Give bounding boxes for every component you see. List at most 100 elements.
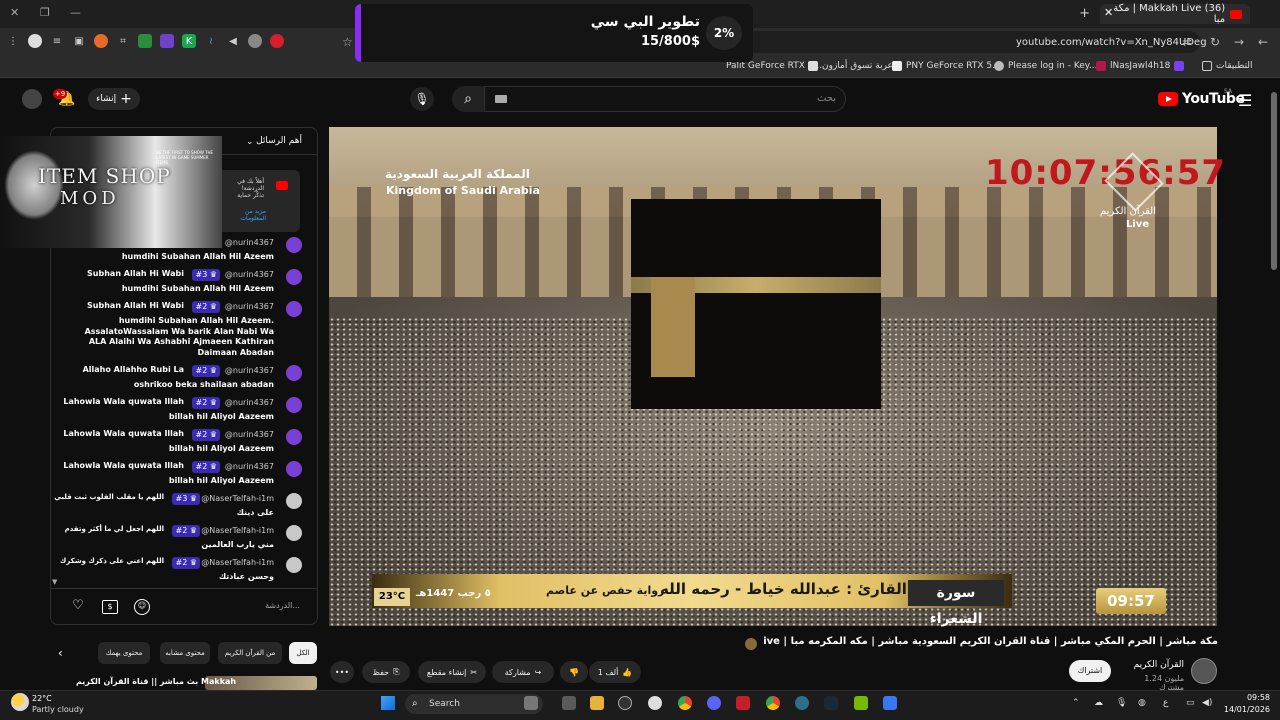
chat-message[interactable]: @nurin4367 #3 ♛ Subhan Allah Hi Wabi hum… — [60, 269, 310, 293]
clock-date[interactable]: 14/01/2026 — [1218, 705, 1270, 714]
bookmark-item[interactable]: التطبيقات — [1202, 61, 1253, 71]
save-button[interactable]: حفظ ⎘ — [362, 661, 410, 683]
emoji-icon[interactable]: ☺ — [134, 599, 150, 615]
browser-tab[interactable]: (36) ‏Makkah Live | مكة مبا — [1100, 3, 1250, 25]
puzzle-icon[interactable]: ▣ — [72, 34, 86, 48]
chevron-left-icon[interactable]: ‹ — [58, 646, 63, 660]
extension-purple-icon[interactable] — [160, 34, 174, 48]
voice-search-button[interactable]: 🎙 — [410, 87, 434, 111]
reload-icon[interactable]: ↻ — [1210, 35, 1220, 49]
monitor-icon[interactable]: ▭ — [1186, 698, 1195, 708]
chat-message[interactable]: @nurin4367 #2 ♛ Lahowla Wala quwata Illa… — [60, 461, 310, 485]
nvidia-icon[interactable] — [854, 696, 868, 710]
extension-gray-icon[interactable] — [248, 34, 262, 48]
chevron-down-icon[interactable]: ⌄ — [246, 137, 254, 147]
video-player[interactable] — [329, 127, 1217, 626]
channel-name[interactable]: القرآن الكريم — [1128, 660, 1184, 670]
blue-app-icon[interactable] — [883, 696, 897, 710]
extension-orange-icon[interactable] — [94, 34, 108, 48]
bookmark-item[interactable]: Please log in - Key... — [994, 61, 1097, 71]
create-button[interactable]: إنشاء + — [88, 88, 140, 110]
chat-message[interactable]: @nurin4367 humdihi Subahan Allah Hil Aze… — [60, 237, 310, 261]
back-icon[interactable]: ← — [1258, 35, 1268, 49]
url-text: youtube.com/watch?v=Xn_Ny84UDeg — [1016, 37, 1207, 48]
bookmark-item[interactable]: عربة تسوق أمازون — [808, 61, 893, 71]
chrome-profile-icon[interactable] — [766, 696, 780, 710]
cloud-icon[interactable]: ☁ — [1094, 698, 1103, 708]
hamburger-menu-icon[interactable]: ☰ — [1238, 91, 1252, 110]
maximize-window-icon[interactable]: ❐ — [40, 6, 50, 19]
keyboard-icon[interactable] — [495, 95, 507, 103]
chip-similar[interactable]: محتوى مشابه — [160, 642, 210, 664]
chat-text: billah hil Aliyol Aazeem — [168, 476, 274, 485]
chip-for-you[interactable]: محتوى يهمك — [98, 642, 150, 664]
extension-grid-icon[interactable]: ⌗ — [116, 34, 130, 48]
related-video-title[interactable]: بث مباشر || قناة القرآن الكريم Makkah — [76, 677, 236, 686]
widgets-icon[interactable] — [524, 696, 538, 710]
youtube-play-icon — [1158, 92, 1178, 106]
speaker-icon[interactable]: ◀ — [226, 34, 240, 48]
close-window-icon[interactable]: ✕ — [10, 6, 19, 19]
chat-message[interactable]: @NaserTelfah-i1m #2 ♛ اللهم اجعل لي ما أ… — [60, 525, 310, 551]
extension-icon[interactable]: ≡ — [50, 34, 64, 48]
chrome-icon[interactable] — [678, 696, 692, 710]
file-explorer-icon[interactable] — [590, 696, 604, 710]
create-label: إنشاء — [96, 94, 117, 104]
task-view-icon[interactable] — [562, 696, 576, 710]
red-app-icon[interactable] — [736, 696, 750, 710]
profile-icon[interactable] — [28, 34, 42, 48]
clock-time[interactable]: 09:58 — [1230, 693, 1270, 702]
share-button[interactable]: مشاركة ↪ — [492, 661, 554, 683]
heart-icon[interactable]: ♡ — [69, 598, 87, 616]
discord-icon[interactable] — [707, 696, 721, 710]
dislike-button[interactable]: 👎 — [560, 661, 588, 683]
tray-expand-icon[interactable]: ⌃ — [1072, 698, 1080, 708]
microphone-tray-icon[interactable]: 🎙 — [1116, 698, 1127, 708]
weather-icon[interactable] — [11, 693, 29, 711]
like-button[interactable]: 1 ألف 👍 — [589, 661, 641, 683]
menu-dots-icon[interactable]: ⋮ — [6, 34, 20, 48]
chip-from-channel[interactable]: من القرآن الكريم — [218, 642, 282, 664]
new-tab-icon[interactable]: + — [1079, 6, 1090, 21]
chat-learn-more-link[interactable]: مزيد من المعلومات — [226, 208, 266, 222]
globe-icon[interactable]: ◍ — [1138, 698, 1146, 708]
extension-audio-icon[interactable]: ≀ — [204, 34, 218, 48]
chat-message[interactable]: @nurin4367 #2 ♛ Allaho Allahho Rubi La o… — [60, 365, 310, 389]
forward-icon[interactable]: → — [1234, 35, 1244, 49]
chip-all[interactable]: الكل — [289, 642, 317, 664]
bookmark-star-icon[interactable]: ☆ — [342, 35, 353, 49]
channel-avatar[interactable] — [1191, 658, 1217, 684]
scrollbar-thumb[interactable] — [1271, 92, 1277, 270]
chat-message[interactable]: @NaserTelfah-i1m #2 ♛ اللهم اعني على ذكر… — [60, 557, 310, 583]
chat-message[interactable]: @nurin4367 #2 ♛ Subhan Allah Hi Wabi hum… — [60, 301, 310, 359]
extension-red-icon[interactable] — [270, 34, 284, 48]
github-icon[interactable] — [618, 696, 632, 710]
more-actions-button[interactable]: ••• — [330, 661, 354, 683]
clip-button[interactable]: إنشاء مقطع ✂ — [418, 661, 486, 683]
chat-message[interactable]: @NaserTelfah-i1m #3 ♛ اللهم يا مقلب القل… — [54, 493, 310, 519]
chat-message[interactable]: @nurin4367 #2 ♛ Lahowla Wala quwata Illa… — [60, 429, 310, 453]
app-icon[interactable] — [795, 696, 809, 710]
chat-input[interactable]: الدردشة... — [260, 601, 300, 610]
super-chat-icon[interactable]: $ — [102, 600, 118, 614]
tab-close-icon[interactable]: ✕ — [1104, 6, 1113, 19]
account-avatar[interactable] — [22, 89, 42, 109]
steam-icon[interactable] — [824, 696, 838, 710]
chat-mode-selector[interactable]: أهم الرسائل — [248, 136, 302, 146]
language-indicator[interactable]: ع — [1163, 698, 1168, 708]
taskbar-search[interactable] — [405, 694, 543, 714]
minimize-window-icon[interactable]: — — [70, 6, 81, 19]
extension-green-icon[interactable] — [138, 34, 152, 48]
site-settings-icon[interactable]: ⇌ — [1182, 35, 1192, 49]
settings-gear-icon[interactable] — [648, 696, 662, 710]
extension-k-icon[interactable]: K — [182, 34, 196, 48]
scroll-down-icon[interactable]: ▼ — [52, 578, 57, 586]
chat-message[interactable]: @nurin4367 #2 ♛ Lahowla Wala quwata Illa… — [60, 397, 310, 421]
member-badge: #2 ♛ — [192, 397, 220, 409]
windows-start-icon[interactable] — [381, 696, 395, 710]
subscribe-button[interactable]: اشتراك — [1069, 660, 1111, 682]
bookmark-item[interactable]: lNasJawl4h18 — [1096, 61, 1185, 71]
search-button[interactable]: ⌕ — [452, 86, 484, 112]
volume-icon[interactable]: ◀) — [1202, 698, 1212, 708]
bookmark-item[interactable]: PNY GeForce RTX 5... — [892, 61, 1001, 71]
